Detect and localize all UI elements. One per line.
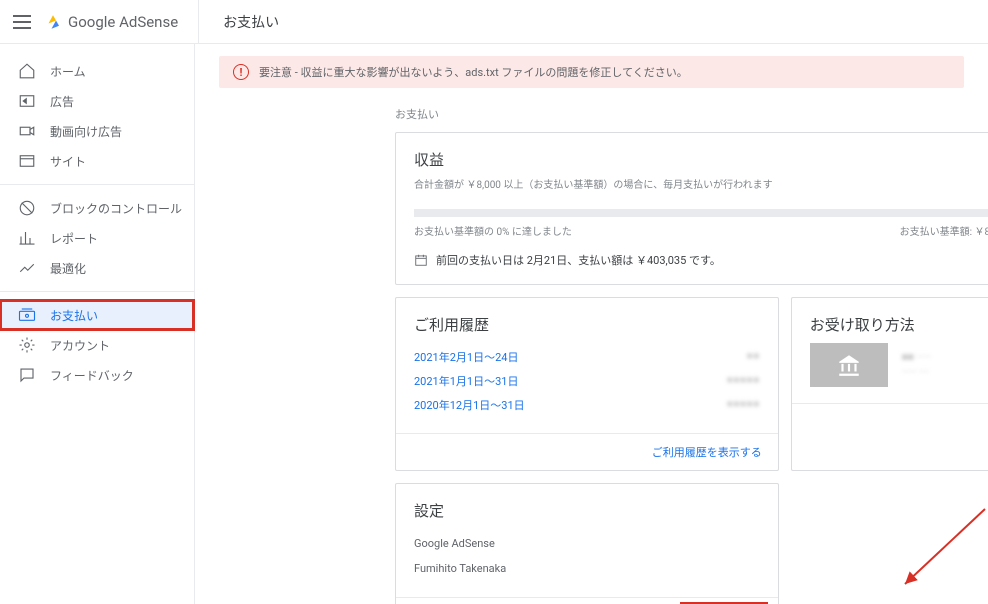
bank-icon — [810, 343, 888, 387]
sidebar-item-label: ホーム — [50, 63, 86, 80]
settings-line: Fumihito Takenaka — [414, 556, 760, 581]
sidebar-item-label: ブロックのコントロール — [50, 200, 182, 217]
sidebar-item-ads[interactable]: 広告 — [0, 86, 194, 116]
history-link[interactable]: 2020年12月1日～31日 — [414, 397, 525, 413]
sidebar-item-label: アカウント — [50, 337, 110, 354]
account-icon — [18, 336, 36, 354]
progress-left-text: お支払い基準額の 0% に達しました — [414, 223, 572, 238]
site-icon — [18, 152, 36, 170]
sidebar-item-label: フィードバック — [50, 367, 134, 384]
alert-text: 要注意 - 収益に重大な影響が出ないよう、ads.txt ファイルの問題を修正し… — [259, 64, 688, 80]
adsense-logo-icon — [44, 13, 62, 31]
history-row: 2020年12月1日～31日 ●●●●● — [414, 393, 760, 417]
earnings-card: 収益 合計金額が ￥8,000 以上（お支払い基準額）の場合に、毎月支払いが行わ… — [395, 132, 988, 285]
payment-icon — [18, 306, 36, 324]
sidebar: ホーム 広告 動画向け広告 サイト ブロックのコントロール レポート — [0, 44, 195, 604]
history-link[interactable]: 2021年1月1日～31日 — [414, 373, 518, 389]
sidebar-item-label: お支払い — [50, 307, 98, 324]
block-icon — [18, 199, 36, 217]
sidebar-item-home[interactable]: ホーム — [0, 56, 194, 86]
sidebar-item-label: サイト — [50, 153, 86, 170]
history-card: ご利用履歴 2021年2月1日～24日 ●● 2021年1月1日～31日 ●●●… — [395, 297, 779, 471]
history-title: ご利用履歴 — [414, 314, 760, 335]
method-details: ■■ ･･･ ･･･ ･･ — [902, 350, 932, 380]
page-title: お支払い — [199, 12, 279, 32]
sidebar-item-label: 最適化 — [50, 260, 86, 277]
sidebar-item-feedback[interactable]: フィードバック — [0, 360, 194, 390]
alert-icon: ! — [233, 64, 249, 80]
ads-icon — [18, 92, 36, 110]
sidebar-item-site[interactable]: サイト — [0, 146, 194, 176]
earnings-title: 収益 — [414, 149, 988, 170]
earnings-subtitle: 合計金額が ￥8,000 以上（お支払い基準額）の場合に、毎月支払いが行われます — [414, 176, 988, 191]
sidebar-item-label: 広告 — [50, 93, 74, 110]
sidebar-item-label: レポート — [50, 230, 98, 247]
settings-title: 設定 — [414, 500, 760, 521]
history-row: 2021年2月1日～24日 ●● — [414, 345, 760, 369]
brand: Google AdSense — [44, 0, 199, 43]
alert-banner[interactable]: ! 要注意 - 収益に重大な影響が出ないよう、ads.txt ファイルの問題を修… — [219, 56, 964, 88]
main: ! 要注意 - 収益に重大な影響が出ないよう、ads.txt ファイルの問題を修… — [195, 44, 988, 604]
progress-right-text: お支払い基準額: ￥8,000 — [900, 223, 988, 238]
sidebar-item-video[interactable]: 動画向け広告 — [0, 116, 194, 146]
optimize-icon — [18, 259, 36, 277]
sidebar-item-payment[interactable]: お支払い — [0, 300, 194, 330]
history-footer-link[interactable]: ご利用履歴を表示する — [652, 446, 762, 459]
hamburger-icon — [13, 15, 31, 29]
sidebar-item-block[interactable]: ブロックのコントロール — [0, 193, 194, 223]
video-icon — [18, 122, 36, 140]
calendar-icon — [414, 253, 428, 267]
sidebar-item-report[interactable]: レポート — [0, 223, 194, 253]
feedback-icon — [18, 366, 36, 384]
settings-card-real: 設定 Google AdSense Fumihito Takenaka 設定を管… — [395, 483, 779, 604]
last-payment: 前回の支払い日は 2月21日、支払い額は ￥403,035 です。 — [414, 252, 988, 268]
history-link[interactable]: 2021年2月1日～24日 — [414, 349, 518, 365]
divider — [0, 184, 194, 185]
section-heading: お支払い — [395, 106, 964, 122]
earnings-progress-bar — [414, 209, 988, 217]
brand-text: Google AdSense — [68, 13, 178, 31]
sidebar-item-account[interactable]: アカウント — [0, 330, 194, 360]
report-icon — [18, 229, 36, 247]
menu-button[interactable] — [0, 15, 44, 29]
history-amount: ●● — [746, 349, 759, 365]
home-icon — [18, 62, 36, 80]
history-amount: ●●●●● — [726, 373, 759, 389]
method-title: お受け取り方法 — [810, 314, 988, 335]
method-card: お受け取り方法 ■■ ･･･ ･･･ ･･ — [791, 297, 988, 471]
history-amount: ●●●●● — [726, 397, 759, 413]
settings-line: Google AdSense — [414, 531, 760, 556]
annotation-arrow — [895, 504, 988, 594]
sidebar-item-optimize[interactable]: 最適化 — [0, 253, 194, 283]
history-row: 2021年1月1日～31日 ●●●●● — [414, 369, 760, 393]
last-payment-text: 前回の支払い日は 2月21日、支払い額は ￥403,035 です。 — [436, 252, 721, 268]
sidebar-item-label: 動画向け広告 — [50, 123, 122, 140]
divider — [0, 291, 194, 292]
